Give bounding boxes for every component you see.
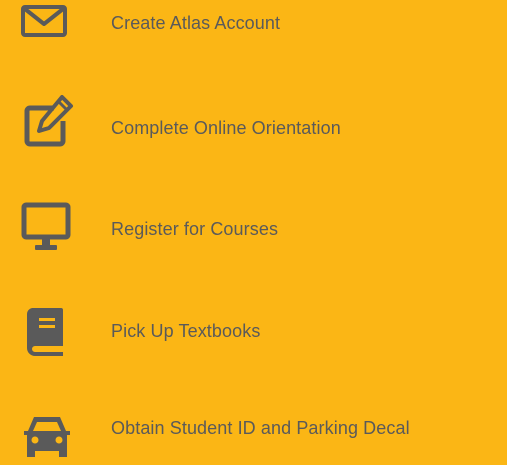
step-label: Obtain Student ID and Parking Decal — [111, 418, 410, 438]
step-complete-online-orientation: Complete Online Orientation — [0, 95, 507, 155]
book-icon — [20, 304, 74, 358]
step-create-atlas-account: Create Atlas Account — [0, 0, 507, 60]
step-label: Complete Online Orientation — [111, 118, 341, 138]
step-label: Create Atlas Account — [111, 13, 281, 33]
step-label: Pick Up Textbooks — [111, 321, 261, 341]
edit-icon — [20, 95, 74, 149]
step-register-for-courses: Register for Courses — [0, 200, 507, 260]
envelope-icon — [20, 0, 74, 48]
step-label: Register for Courses — [111, 219, 279, 239]
car-icon — [20, 411, 74, 465]
step-pick-up-textbooks: Pick Up Textbooks — [0, 300, 507, 360]
monitor-icon — [20, 200, 74, 254]
step-obtain-student-id-and-parking-decal: Obtain Student ID and Parking Decal — [0, 405, 507, 465]
